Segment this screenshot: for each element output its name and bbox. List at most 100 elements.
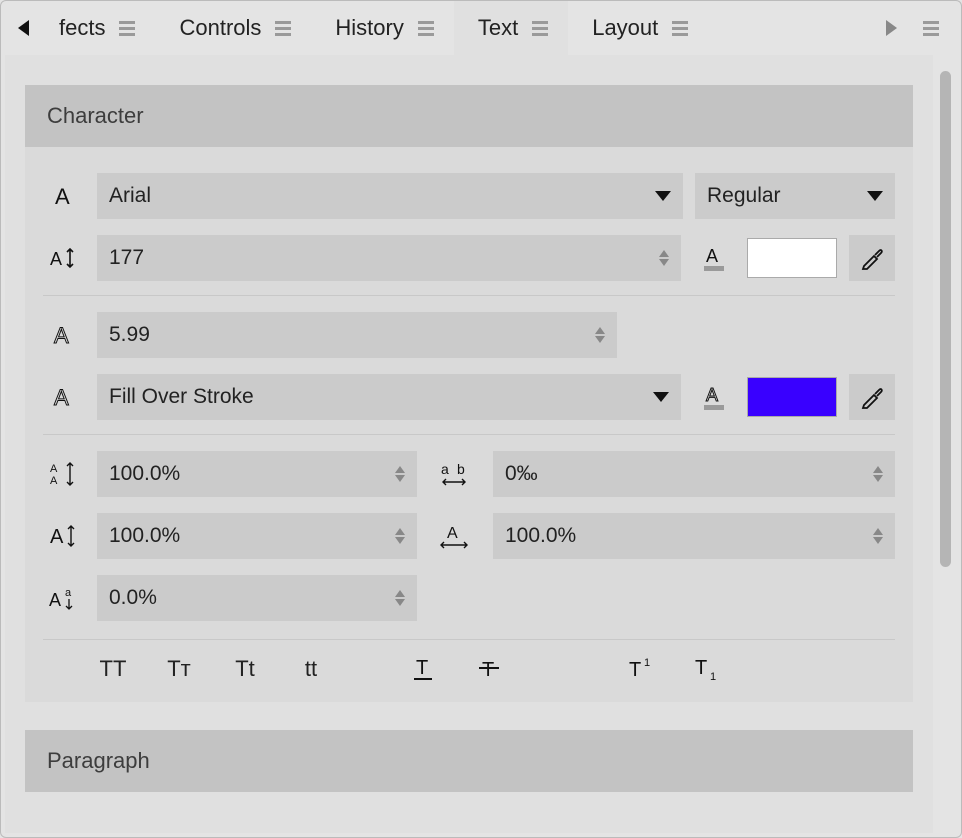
font-family-select[interactable]: Arial: [97, 173, 683, 219]
tab-layout[interactable]: Layout: [568, 1, 708, 55]
spinbox-arrows[interactable]: [395, 466, 405, 482]
tab-text[interactable]: Text: [454, 1, 568, 55]
lowercase-button[interactable]: tt: [291, 656, 331, 682]
svg-text:A: A: [706, 385, 718, 405]
baseline-shift-icon: A a: [43, 584, 85, 612]
svg-text:T: T: [482, 659, 494, 681]
superscript-icon: T 1: [627, 656, 655, 682]
tab-scroll-right[interactable]: [879, 16, 903, 40]
hamburger-icon[interactable]: [672, 21, 688, 36]
eyedropper-icon: [859, 384, 885, 410]
subscript-icon: T 1: [693, 656, 721, 682]
stroke-color-icon: A: [693, 383, 735, 411]
tab-label: Text: [478, 15, 518, 41]
horizontal-scale-input[interactable]: 100.0%: [493, 513, 895, 559]
fill-color-picker-button[interactable]: [849, 235, 895, 281]
paragraph-panel-header: Paragraph: [25, 730, 913, 792]
fill-color-icon: A: [693, 244, 735, 272]
spinbox-arrows[interactable]: [659, 250, 669, 266]
tab-controls[interactable]: Controls: [155, 1, 311, 55]
svg-text:a: a: [65, 587, 72, 599]
hamburger-icon[interactable]: [119, 21, 135, 36]
underline-button[interactable]: T: [411, 656, 451, 682]
paragraph-panel: Paragraph: [25, 730, 913, 792]
scrollbar-thumb[interactable]: [940, 71, 951, 567]
spinbox-arrows[interactable]: [873, 466, 883, 482]
hamburger-icon[interactable]: [275, 21, 291, 36]
hamburger-icon[interactable]: [418, 21, 434, 36]
titlecase-button[interactable]: Tt: [225, 656, 265, 682]
tab-effects[interactable]: fects: [35, 1, 155, 55]
svg-text:1: 1: [644, 657, 650, 669]
tracking-icon: a b: [429, 460, 481, 488]
chevron-down-icon: [867, 191, 883, 201]
chevron-left-icon: [18, 20, 29, 36]
svg-text:A: A: [50, 475, 58, 487]
font-family-value: Arial: [109, 184, 151, 208]
svg-text:T: T: [629, 659, 641, 681]
svg-text:b: b: [457, 461, 465, 477]
uppercase-button[interactable]: TT: [93, 656, 133, 682]
stroke-width-input[interactable]: 5.99: [97, 312, 617, 358]
stroke-color-picker-button[interactable]: [849, 374, 895, 420]
font-size-input[interactable]: 177: [97, 235, 681, 281]
svg-text:A: A: [706, 246, 718, 266]
font-size-value: 177: [109, 246, 144, 270]
line-height-value: 100.0%: [109, 462, 180, 486]
svg-text:A: A: [55, 184, 70, 208]
vertical-scale-value: 100.0%: [109, 524, 180, 548]
character-panel: Character A Arial Regular: [25, 85, 913, 702]
vertical-scale-icon: A: [43, 523, 85, 549]
strikethrough-button[interactable]: T: [477, 656, 517, 682]
svg-text:1: 1: [710, 671, 716, 682]
hamburger-icon[interactable]: [532, 21, 548, 36]
tab-label: History: [335, 15, 403, 41]
stroke-mode-select[interactable]: Fill Over Stroke: [97, 374, 681, 420]
tab-label: fects: [59, 15, 105, 41]
chevron-down-icon: [655, 191, 671, 201]
font-style-select[interactable]: Regular: [695, 173, 895, 219]
stroke-mode-icon: A: [43, 385, 85, 409]
stroke-mode-value: Fill Over Stroke: [109, 385, 254, 409]
font-family-icon: A: [43, 184, 85, 208]
fill-color-swatch[interactable]: [747, 238, 837, 278]
svg-text:A: A: [49, 590, 61, 610]
svg-text:A: A: [50, 526, 64, 548]
stroke-width-icon: A: [43, 323, 85, 347]
panel-menu-button[interactable]: [923, 21, 939, 36]
baseline-shift-input[interactable]: 0.0%: [97, 575, 417, 621]
line-height-icon: A A: [43, 460, 85, 488]
underline-icon: T: [411, 656, 435, 682]
stroke-width-value: 5.99: [109, 323, 150, 347]
tracking-value: 0‰: [505, 462, 538, 486]
strikethrough-icon: T: [477, 656, 501, 682]
superscript-button[interactable]: T 1: [627, 656, 667, 682]
svg-text:A: A: [447, 525, 458, 542]
chevron-down-icon: [653, 392, 669, 402]
horizontal-scale-value: 100.0%: [505, 524, 576, 548]
tab-label: Controls: [179, 15, 261, 41]
svg-text:a: a: [441, 461, 449, 477]
svg-text:A: A: [50, 249, 62, 269]
character-panel-header: Character: [25, 85, 913, 147]
horizontal-scale-icon: A: [429, 522, 481, 550]
eyedropper-icon: [859, 245, 885, 271]
tracking-input[interactable]: 0‰: [493, 451, 895, 497]
tab-history[interactable]: History: [311, 1, 453, 55]
chevron-right-icon: [886, 20, 897, 36]
font-style-value: Regular: [707, 184, 781, 208]
spinbox-arrows[interactable]: [595, 327, 605, 343]
spinbox-arrows[interactable]: [873, 528, 883, 544]
spinbox-arrows[interactable]: [395, 528, 405, 544]
svg-text:T: T: [416, 657, 428, 679]
font-size-icon: A: [43, 246, 85, 270]
vertical-scale-input[interactable]: 100.0%: [97, 513, 417, 559]
stroke-color-swatch[interactable]: [747, 377, 837, 417]
tab-scroll-left[interactable]: [11, 16, 35, 40]
subscript-button[interactable]: T 1: [693, 656, 733, 682]
baseline-shift-value: 0.0%: [109, 586, 157, 610]
line-height-input[interactable]: 100.0%: [97, 451, 417, 497]
svg-text:A: A: [54, 385, 69, 409]
spinbox-arrows[interactable]: [395, 590, 405, 606]
smallcaps-button[interactable]: Tᴛ: [159, 656, 199, 682]
